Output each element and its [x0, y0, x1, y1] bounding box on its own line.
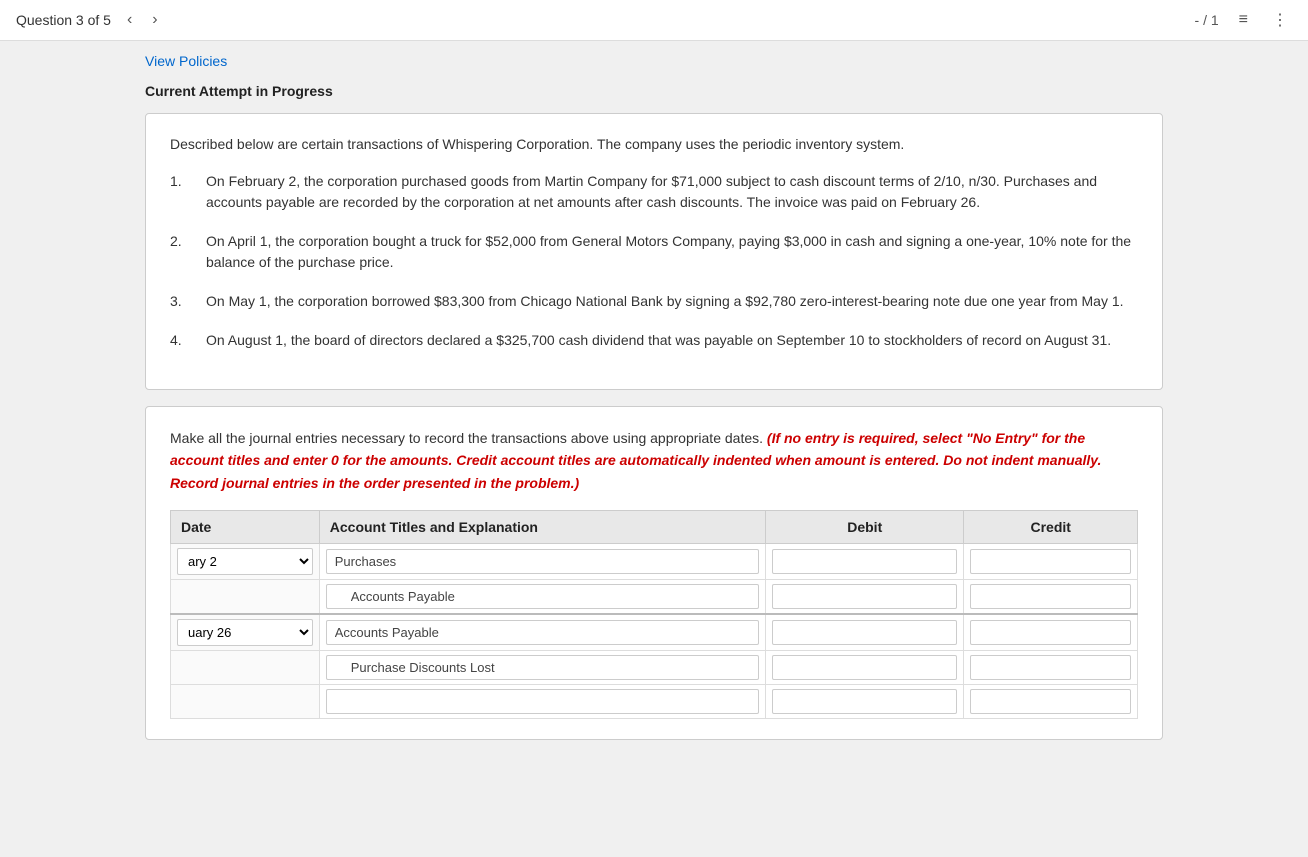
view-policies-link[interactable]: View Policies: [145, 53, 227, 69]
item-text: On May 1, the corporation borrowed $83,3…: [206, 291, 1138, 312]
problem-intro: Described below are certain transactions…: [170, 134, 1138, 155]
account-input-3[interactable]: [326, 620, 759, 645]
account-input-2[interactable]: [326, 584, 759, 609]
question-label: Question 3 of 5: [16, 12, 111, 28]
debit-input-2[interactable]: [772, 584, 957, 609]
journal-table: Date Account Titles and Explanation Debi…: [170, 510, 1138, 719]
credit-header: Credit: [964, 511, 1138, 544]
debit-header: Debit: [766, 511, 964, 544]
item-number: 4.: [170, 330, 206, 351]
account-cell: [319, 685, 765, 719]
table-header-row: Date Account Titles and Explanation Debi…: [171, 511, 1138, 544]
date-cell-empty: [171, 651, 320, 685]
credit-input-2[interactable]: [970, 584, 1131, 609]
account-header: Account Titles and Explanation: [319, 511, 765, 544]
main-content: View Policies Current Attempt in Progres…: [129, 41, 1179, 752]
item-text: On April 1, the corporation bought a tru…: [206, 231, 1138, 273]
table-row: uary 26 Feb 26 Feb 2: [171, 614, 1138, 651]
debit-input-4[interactable]: [772, 655, 957, 680]
debit-cell: [766, 580, 964, 615]
credit-cell: [964, 544, 1138, 580]
account-cell: [319, 544, 765, 580]
top-bar-right: - / 1 ≡ ⋮: [1195, 8, 1292, 32]
debit-input-1[interactable]: [772, 549, 957, 574]
list-view-button[interactable]: ≡: [1235, 9, 1252, 31]
debit-cell: [766, 685, 964, 719]
credit-input-4[interactable]: [970, 655, 1131, 680]
item-number: 2.: [170, 231, 206, 273]
credit-input-1[interactable]: [970, 549, 1131, 574]
journal-card: Make all the journal entries necessary t…: [145, 406, 1163, 740]
debit-input-3[interactable]: [772, 620, 957, 645]
top-bar-left: Question 3 of 5 ‹ ›: [16, 9, 162, 31]
list-item: 1. On February 2, the corporation purcha…: [170, 171, 1138, 213]
table-row: [171, 651, 1138, 685]
account-cell: [319, 580, 765, 615]
more-options-button[interactable]: ⋮: [1268, 8, 1292, 32]
list-item: 4. On August 1, the board of directors d…: [170, 330, 1138, 351]
table-row: [171, 580, 1138, 615]
item-text: On August 1, the board of directors decl…: [206, 330, 1138, 351]
item-number: 1.: [170, 171, 206, 213]
list-item: 2. On April 1, the corporation bought a …: [170, 231, 1138, 273]
next-question-button[interactable]: ›: [148, 9, 161, 31]
date-select-3[interactable]: uary 26 Feb 26 Feb 2: [177, 619, 313, 646]
instruction-text: Make all the journal entries necessary t…: [170, 427, 1138, 494]
credit-cell: [964, 651, 1138, 685]
problem-card: Described below are certain transactions…: [145, 113, 1163, 390]
prev-question-button[interactable]: ‹: [123, 9, 136, 31]
date-cell: uary 26 Feb 26 Feb 2: [171, 614, 320, 651]
debit-input-5[interactable]: [772, 689, 957, 714]
account-cell: [319, 651, 765, 685]
date-cell: ary 2 Feb 2 Feb 26: [171, 544, 320, 580]
date-cell-empty: [171, 685, 320, 719]
date-header: Date: [171, 511, 320, 544]
debit-cell: [766, 544, 964, 580]
date-cell-empty: [171, 580, 320, 615]
debit-cell: [766, 614, 964, 651]
debit-cell: [766, 651, 964, 685]
list-item: 3. On May 1, the corporation borrowed $8…: [170, 291, 1138, 312]
current-attempt-label: Current Attempt in Progress: [145, 83, 1163, 99]
problem-list: 1. On February 2, the corporation purcha…: [170, 171, 1138, 351]
credit-cell: [964, 685, 1138, 719]
credit-cell: [964, 614, 1138, 651]
account-input-5[interactable]: [326, 689, 759, 714]
credit-cell: [964, 580, 1138, 615]
table-row: [171, 685, 1138, 719]
instruction-plain: Make all the journal entries necessary t…: [170, 430, 763, 446]
pagination-label: - / 1: [1195, 12, 1219, 28]
item-text: On February 2, the corporation purchased…: [206, 171, 1138, 213]
date-select-1[interactable]: ary 2 Feb 2 Feb 26: [177, 548, 313, 575]
item-number: 3.: [170, 291, 206, 312]
top-bar: Question 3 of 5 ‹ › - / 1 ≡ ⋮: [0, 0, 1308, 41]
account-input-4[interactable]: [326, 655, 759, 680]
credit-input-3[interactable]: [970, 620, 1131, 645]
account-input-1[interactable]: [326, 549, 759, 574]
account-cell: [319, 614, 765, 651]
table-row: ary 2 Feb 2 Feb 26: [171, 544, 1138, 580]
credit-input-5[interactable]: [970, 689, 1131, 714]
